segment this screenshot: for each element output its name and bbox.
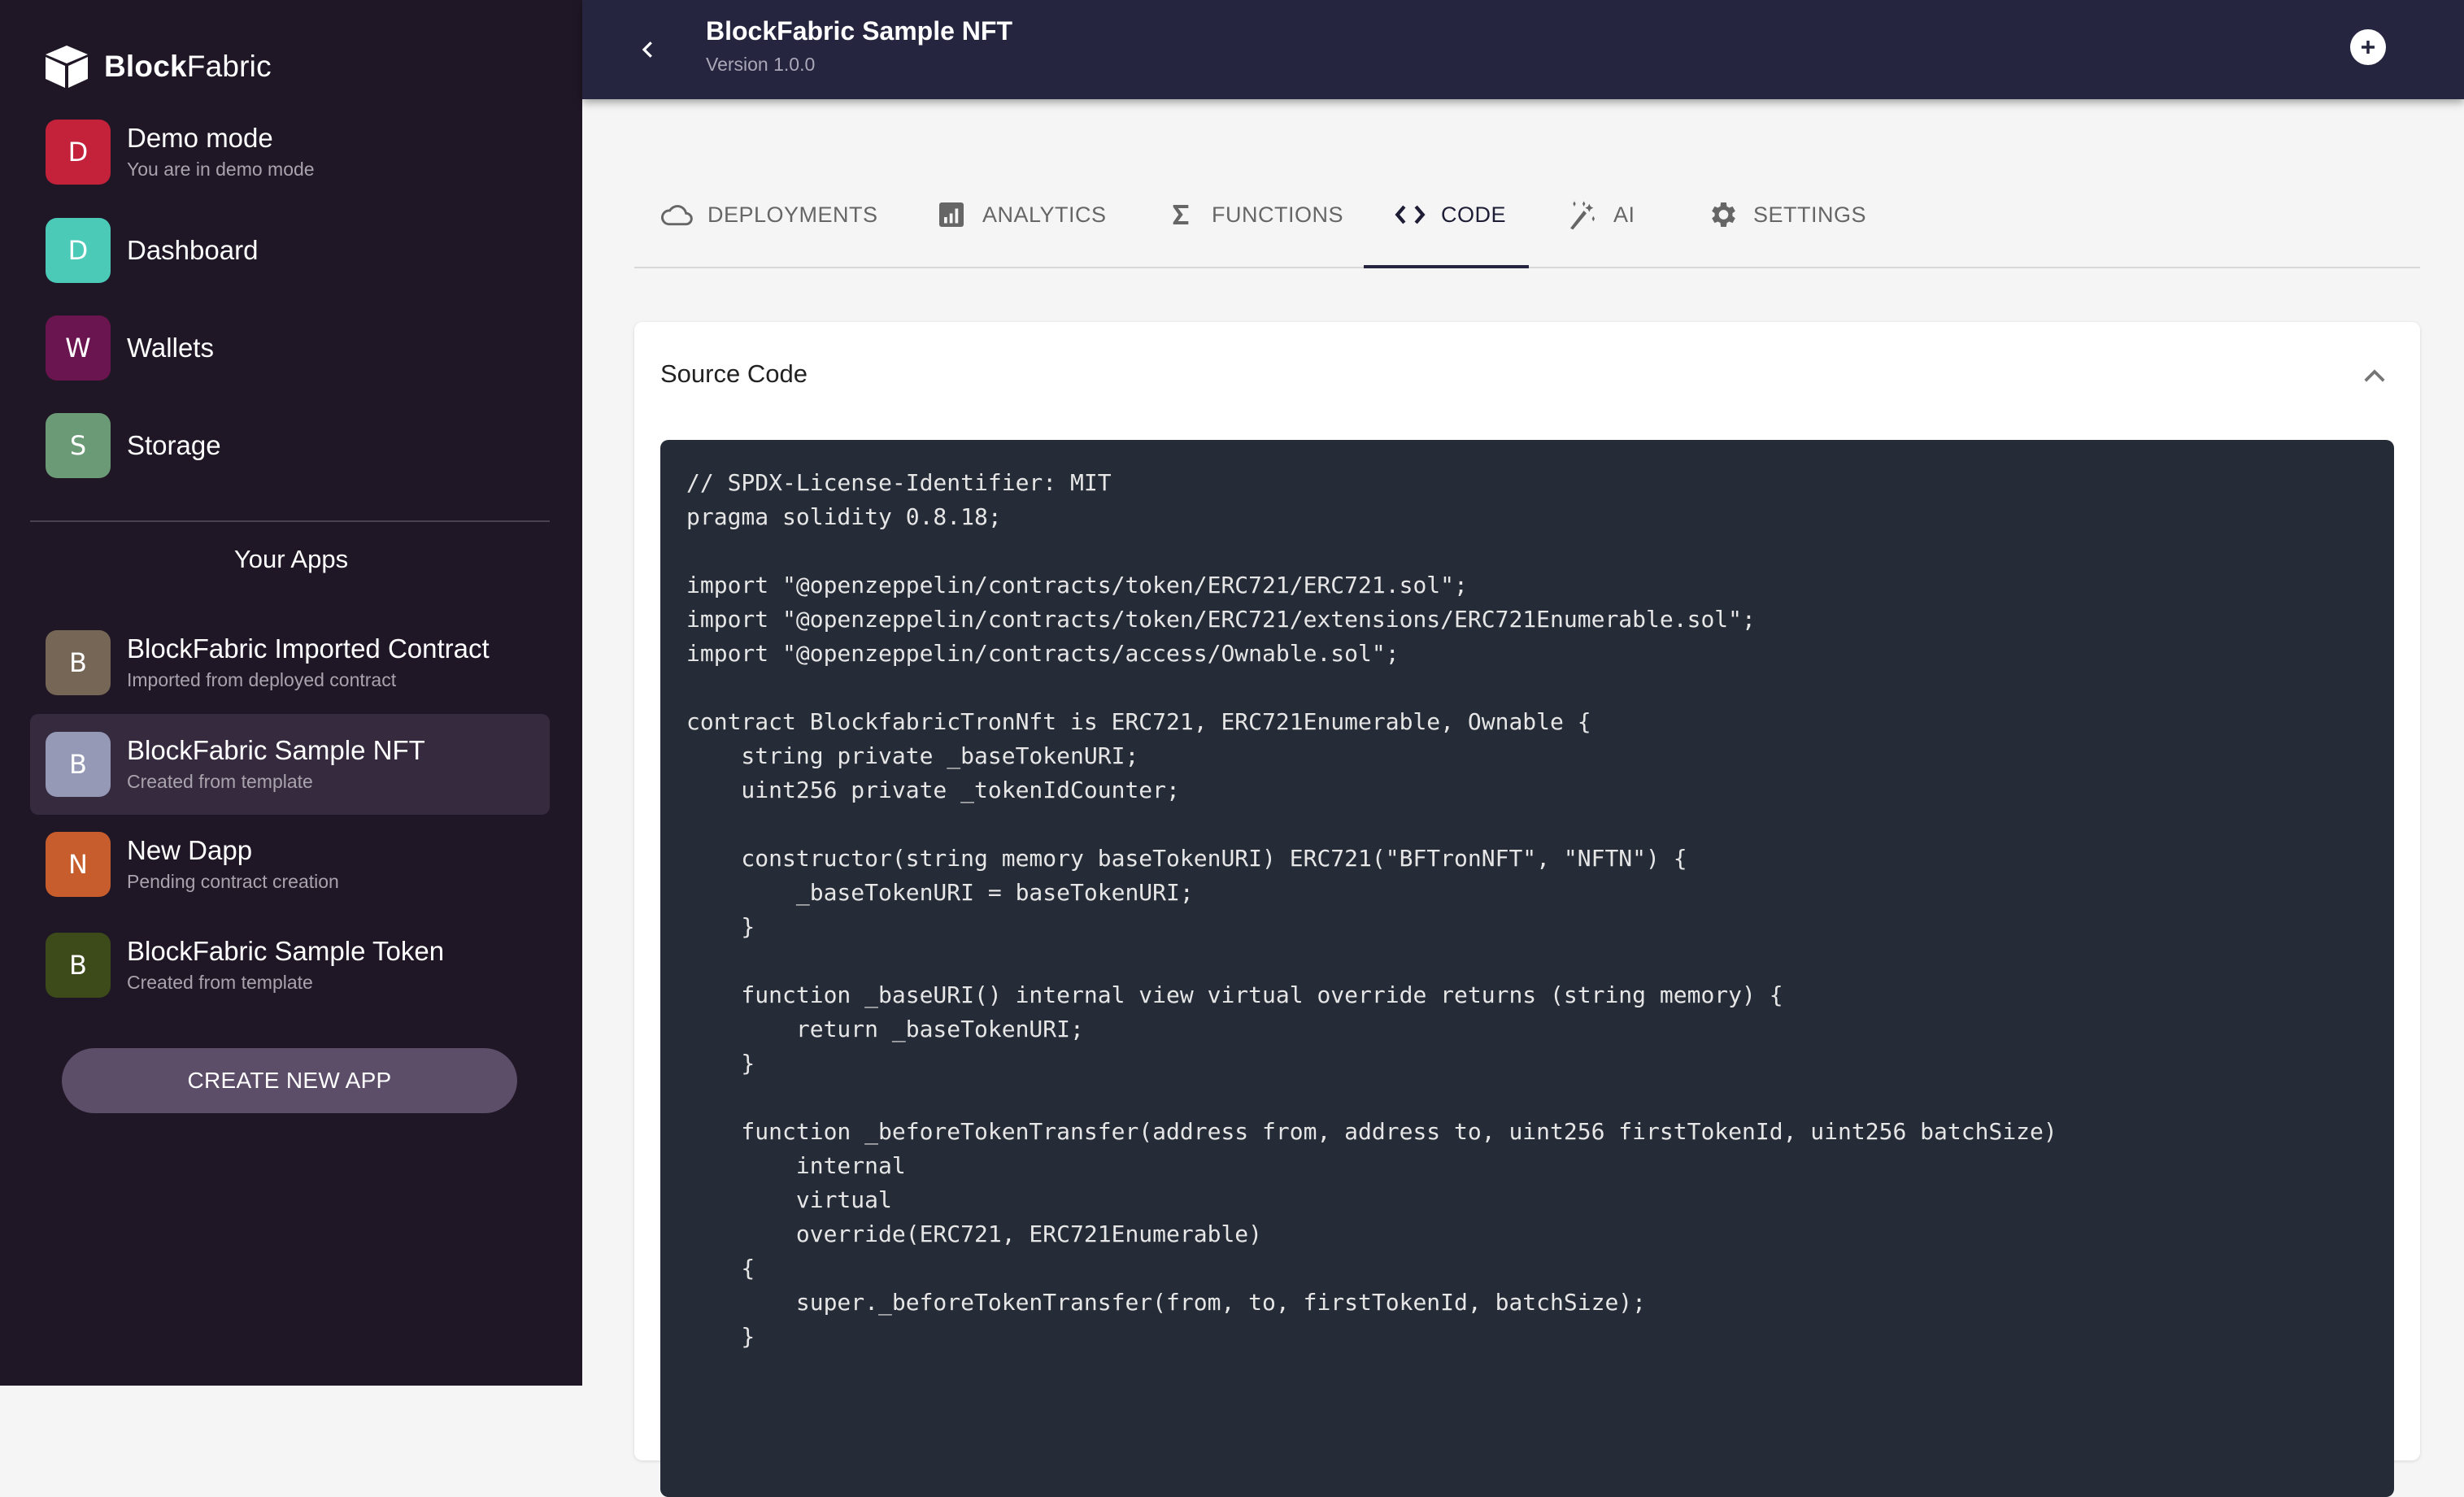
add-button[interactable] [2350,29,2386,65]
cloud-icon [660,198,693,231]
active-tab-indicator [1364,265,1529,268]
sidebar-item-wallets[interactable]: W Wallets [30,307,550,389]
sidebar-item-storage[interactable]: S Storage [30,405,550,486]
tab-code[interactable]: CODE [1394,163,1506,267]
brand-logo[interactable]: BlockFabric [42,41,272,93]
tab-deployments[interactable]: DEPLOYMENTS [660,163,878,267]
collapse-button[interactable] [2355,356,2394,395]
tab-ai[interactable]: AI [1566,163,1635,267]
create-new-app-button[interactable]: CREATE NEW APP [62,1048,517,1113]
nav-title: Wallets [127,333,214,363]
gear-icon [1706,198,1739,231]
version-label: Version 1.0.0 [706,54,816,75]
app-title: BlockFabric Sample Token [127,936,445,966]
tab-functions[interactable]: FUNCTIONS [1165,163,1343,267]
app-item-imported-contract[interactable]: B BlockFabric Imported Contract Imported… [30,622,550,703]
nav-subtitle: You are in demo mode [127,159,315,180]
avatar: D [46,120,111,185]
sigma-icon [1165,198,1197,231]
sidebar: BlockFabric D Demo mode You are in demo … [0,0,582,1386]
chevron-up-icon [2364,369,2385,382]
app-item-new-dapp[interactable]: N New Dapp Pending contract creation [30,824,550,905]
your-apps-heading: Your Apps [233,545,349,573]
nav-title: Dashboard [127,235,259,265]
app-subtitle: Created from template [127,972,313,993]
tab-settings[interactable]: SETTINGS [1706,163,1866,267]
app-subtitle: Created from template [127,771,313,792]
plus-icon [2362,41,2375,54]
panel-title: Source Code [660,359,808,388]
chevron-left-icon [642,41,652,58]
page-title: BlockFabric Sample NFT [706,16,1012,46]
app-title: BlockFabric Sample NFT [127,735,425,765]
code-block[interactable]: // SPDX-License-Identifier: MIT pragma s… [660,440,2394,1497]
avatar: B [46,732,111,797]
cube-logo-icon [46,46,88,88]
nav-title: Demo mode [127,123,273,153]
source-code-panel: Source Code // SPDX-License-Identifier: … [634,322,2420,1497]
sidebar-item-demo-mode[interactable]: D Demo mode You are in demo mode [30,111,550,193]
app-header: BlockFabric Sample NFT Version 1.0.0 [582,0,2464,99]
app-title: New Dapp [127,835,253,865]
app-item-sample-nft[interactable]: B BlockFabric Sample NFT Created from te… [30,714,550,815]
sidebar-item-dashboard[interactable]: D Dashboard [30,210,550,291]
brand-name: BlockFabric [104,50,272,83]
source-code-text: // SPDX-License-Identifier: MIT pragma s… [686,469,2057,1350]
tab-analytics[interactable]: ANALYTICS [935,163,1107,267]
magic-wand-icon [1566,198,1599,231]
app-item-sample-token[interactable]: B BlockFabric Sample Token Created from … [30,925,550,1006]
bar-chart-icon [935,198,968,231]
sidebar-divider [30,520,550,522]
avatar: S [46,413,111,478]
app-title: BlockFabric Imported Contract [127,633,490,664]
tab-bar: DEPLOYMENTS ANALYTICS FUNCTIONS CODE AI … [634,163,2420,268]
back-button[interactable] [628,29,668,70]
app-subtitle: Imported from deployed contract [127,669,397,690]
avatar: N [46,832,111,897]
avatar: D [46,218,111,283]
app-subtitle: Pending contract creation [127,871,339,892]
code-icon [1394,198,1426,231]
nav-title: Storage [127,430,221,460]
avatar: B [46,933,111,998]
avatar: W [46,316,111,381]
avatar: B [46,630,111,695]
